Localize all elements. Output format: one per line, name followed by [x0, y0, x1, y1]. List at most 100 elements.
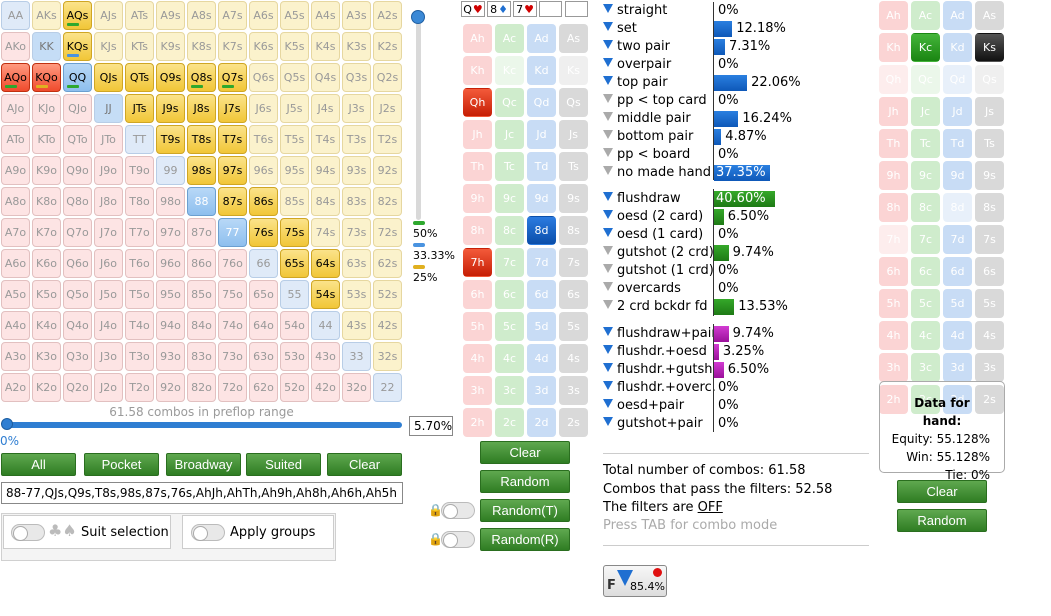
card-Qd[interactable]: Qd: [527, 88, 556, 117]
card-Jh[interactable]: Jh: [463, 120, 492, 149]
card-Kh[interactable]: Kh: [463, 56, 492, 85]
card-9h[interactable]: 9h: [879, 161, 908, 190]
card-Qs[interactable]: Qs: [559, 88, 588, 117]
range-cell-K5o[interactable]: K5o: [32, 280, 61, 309]
card-Jc[interactable]: Jc: [495, 120, 524, 149]
board-slot-4[interactable]: [539, 1, 562, 17]
card-As[interactable]: As: [975, 1, 1004, 30]
range-cell-54o[interactable]: 54o: [280, 311, 309, 340]
stat-row[interactable]: gutshot (2 crd): [603, 244, 714, 262]
card-Kh[interactable]: Kh: [879, 33, 908, 62]
stat-row[interactable]: gutshot+pair: [603, 415, 703, 433]
range-cell-Q5s[interactable]: Q5s: [280, 63, 309, 92]
range-cell-K5s[interactable]: K5s: [280, 32, 309, 61]
stat-row[interactable]: flushdraw+pair: [603, 325, 717, 343]
card-7h[interactable]: 7h: [879, 225, 908, 254]
range-cell-A5s[interactable]: A5s: [280, 1, 309, 30]
card-8s[interactable]: 8s: [975, 193, 1004, 222]
filter-icon[interactable]: [603, 130, 613, 139]
range-cell-97o[interactable]: 97o: [156, 218, 185, 247]
range-cell-22[interactable]: 22: [373, 373, 402, 402]
card-8s[interactable]: 8s: [559, 216, 588, 245]
range-cell-T6s[interactable]: T6s: [249, 125, 278, 154]
range-cell-Q4o[interactable]: Q4o: [63, 311, 92, 340]
range-cell-A8s[interactable]: A8s: [187, 1, 216, 30]
stat-row[interactable]: bottom pair: [603, 128, 693, 146]
range-cell-92s[interactable]: 92s: [373, 156, 402, 185]
range-cell-96o[interactable]: 96o: [156, 249, 185, 278]
card-7s[interactable]: 7s: [559, 248, 588, 277]
card-8h[interactable]: 8h: [463, 216, 492, 245]
range-cell-T7s[interactable]: T7s: [218, 125, 247, 154]
board-slot-3[interactable]: 7 ♥: [513, 1, 537, 17]
range-cell-A5o[interactable]: A5o: [1, 280, 30, 309]
hand-clear-button[interactable]: Clear: [897, 480, 987, 503]
card-2d[interactable]: 2d: [527, 408, 556, 437]
card-5h[interactable]: 5h: [879, 289, 908, 318]
range-cell-QTo[interactable]: QTo: [63, 125, 92, 154]
range-cell-T8o[interactable]: T8o: [125, 187, 154, 216]
board-clear-button[interactable]: Clear: [480, 441, 570, 464]
range-cell-QJo[interactable]: QJo: [63, 94, 92, 123]
range-cell-55[interactable]: 55: [280, 280, 309, 309]
range-cell-88[interactable]: 88: [187, 187, 216, 216]
card-Th[interactable]: Th: [879, 129, 908, 158]
range-cell-T9o[interactable]: T9o: [125, 156, 154, 185]
range-cell-Q6s[interactable]: Q6s: [249, 63, 278, 92]
stat-row[interactable]: pp < top card: [603, 92, 707, 110]
range-cell-86o[interactable]: 86o: [187, 249, 216, 278]
card-Td[interactable]: Td: [527, 152, 556, 181]
range-cell-Q5o[interactable]: Q5o: [63, 280, 92, 309]
card-Js[interactable]: Js: [559, 120, 588, 149]
filter-icon[interactable]: [603, 381, 613, 390]
range-cell-32s[interactable]: 32s: [373, 342, 402, 371]
range-cell-J9o[interactable]: J9o: [94, 156, 123, 185]
range-cell-A7s[interactable]: A7s: [218, 1, 247, 30]
board-slot-5[interactable]: [565, 1, 588, 17]
range-cell-Q6o[interactable]: Q6o: [63, 249, 92, 278]
range-cell-Q9s[interactable]: Q9s: [156, 63, 185, 92]
range-cell-99[interactable]: 99: [156, 156, 185, 185]
range-cell-KTs[interactable]: KTs: [125, 32, 154, 61]
card-7d[interactable]: 7d: [527, 248, 556, 277]
range-cell-A4o[interactable]: A4o: [1, 311, 30, 340]
range-cell-J7o[interactable]: J7o: [94, 218, 123, 247]
card-Td[interactable]: Td: [943, 129, 972, 158]
range-cell-96s[interactable]: 96s: [249, 156, 278, 185]
range-cell-K3s[interactable]: K3s: [342, 32, 371, 61]
range-cell-65o[interactable]: 65o: [249, 280, 278, 309]
range-cell-95o[interactable]: 95o: [156, 280, 185, 309]
card-7d[interactable]: 7d: [943, 225, 972, 254]
filter-button[interactable]: F 85.4%: [603, 565, 667, 597]
card-9s[interactable]: 9s: [559, 184, 588, 213]
range-cell-44[interactable]: 44: [311, 311, 340, 340]
range-cell-J6s[interactable]: J6s: [249, 94, 278, 123]
card-8c[interactable]: 8c: [495, 216, 524, 245]
range-cell-83o[interactable]: 83o: [187, 342, 216, 371]
filter-icon[interactable]: [603, 94, 613, 103]
range-cell-T9s[interactable]: T9s: [156, 125, 185, 154]
random-river-button[interactable]: Random(R): [480, 528, 570, 551]
filter-icon[interactable]: [603, 40, 613, 49]
range-cell-72s[interactable]: 72s: [373, 218, 402, 247]
card-Qs[interactable]: Qs: [975, 65, 1004, 94]
stat-row[interactable]: pp < board: [603, 146, 690, 164]
range-cell-73o[interactable]: 73o: [218, 342, 247, 371]
range-cell-75s[interactable]: 75s: [280, 218, 309, 247]
card-4c[interactable]: 4c: [495, 344, 524, 373]
card-9d[interactable]: 9d: [527, 184, 556, 213]
range-cell-Q3o[interactable]: Q3o: [63, 342, 92, 371]
range-cell-K8o[interactable]: K8o: [32, 187, 61, 216]
stat-row[interactable]: set: [603, 20, 637, 38]
range-cell-J2o[interactable]: J2o: [94, 373, 123, 402]
hand-random-button[interactable]: Random: [897, 509, 987, 532]
card-Ah[interactable]: Ah: [463, 24, 492, 53]
card-4s[interactable]: 4s: [975, 321, 1004, 350]
range-cell-K4s[interactable]: K4s: [311, 32, 340, 61]
range-cell-KJs[interactable]: KJs: [94, 32, 123, 61]
card-Ad[interactable]: Ad: [943, 1, 972, 30]
range-cell-T8s[interactable]: T8s: [187, 125, 216, 154]
card-9h[interactable]: 9h: [463, 184, 492, 213]
range-cell-J4s[interactable]: J4s: [311, 94, 340, 123]
board-random-button[interactable]: Random: [480, 470, 570, 493]
